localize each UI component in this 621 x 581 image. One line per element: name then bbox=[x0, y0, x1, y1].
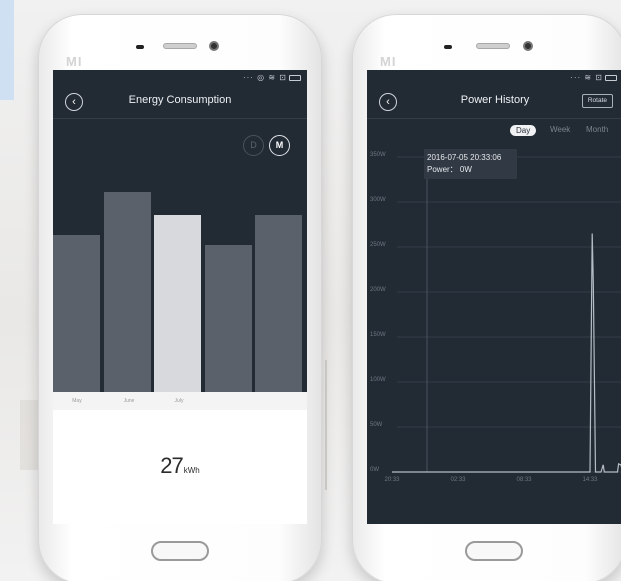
sensor-dot bbox=[136, 45, 144, 49]
energy-bar[interactable] bbox=[255, 214, 302, 392]
energy-bar[interactable] bbox=[204, 244, 252, 392]
header-divider bbox=[53, 118, 307, 119]
power-screen: ··· ≋ ⊡ ‹ Power History Rotate Day Week … bbox=[367, 70, 621, 524]
power-line-chart: 0W 50W 100W 150W 200W 250W 300W 350W 20:33 02:33 0… bbox=[370, 151, 621, 483]
energy-number: 27 bbox=[160, 453, 184, 478]
tooltip-power: Power： 0W bbox=[427, 165, 472, 174]
y-tick-label: 150W bbox=[370, 332, 386, 338]
y-tick-label: 300W bbox=[370, 197, 386, 203]
energy-bar[interactable] bbox=[154, 214, 201, 392]
y-tick-label: 350W bbox=[370, 152, 386, 158]
mi-logo: MI bbox=[380, 54, 397, 69]
phone-left: MI ··· ◎ ≋ ⊡ ‹ Energy Consumption D M Ma… bbox=[38, 14, 322, 581]
y-tick-label: 250W bbox=[370, 242, 386, 248]
y-tick-label: 50W bbox=[370, 422, 383, 428]
power-series-line bbox=[392, 233, 621, 473]
x-tick-label: 14:33 bbox=[582, 477, 598, 483]
energy-unit: kWh bbox=[183, 466, 200, 475]
page-title: Energy Consumption bbox=[128, 94, 232, 106]
tooltip-time: 2016-07-05 20:33:06 bbox=[427, 153, 502, 162]
energy-total: 27kWh bbox=[53, 453, 307, 479]
earpiece-speaker bbox=[476, 43, 510, 49]
energy-summary: 27kWh bbox=[53, 410, 307, 524]
x-tick-label: 20:33 bbox=[384, 477, 400, 483]
status-bar: ··· ◎ ≋ ⊡ bbox=[243, 73, 301, 82]
front-camera bbox=[209, 41, 219, 51]
energy-bar[interactable] bbox=[103, 192, 151, 392]
background-panel bbox=[0, 0, 14, 100]
month-label: June bbox=[123, 398, 135, 404]
front-camera bbox=[523, 41, 533, 51]
sensor-dot bbox=[444, 45, 452, 49]
x-tick-label: 08:33 bbox=[516, 477, 532, 483]
earpiece-speaker bbox=[163, 43, 197, 49]
chart-tooltip: 2016-07-05 20:33:06 Power： 0W bbox=[424, 149, 517, 179]
toggle-day[interactable]: D bbox=[243, 135, 264, 156]
y-tick-label: 0W bbox=[370, 467, 379, 473]
toggle-month[interactable]: M bbox=[269, 135, 290, 156]
home-button[interactable] bbox=[465, 541, 523, 561]
energy-screen: ··· ◎ ≋ ⊡ ‹ Energy Consumption D M May J… bbox=[53, 70, 307, 524]
y-tick-label: 100W bbox=[370, 377, 386, 383]
y-tick-label: 200W bbox=[370, 287, 386, 293]
home-button[interactable] bbox=[151, 541, 209, 561]
month-label: July bbox=[174, 398, 184, 404]
energy-bar[interactable] bbox=[53, 234, 100, 392]
mi-logo: MI bbox=[66, 54, 83, 69]
month-axis: May June July bbox=[53, 392, 307, 410]
month-label: May bbox=[72, 398, 82, 404]
phone-right: MI ··· ≋ ⊡ ‹ Power History Rotate Day We… bbox=[352, 14, 621, 581]
x-tick-label: 02:33 bbox=[450, 477, 466, 483]
